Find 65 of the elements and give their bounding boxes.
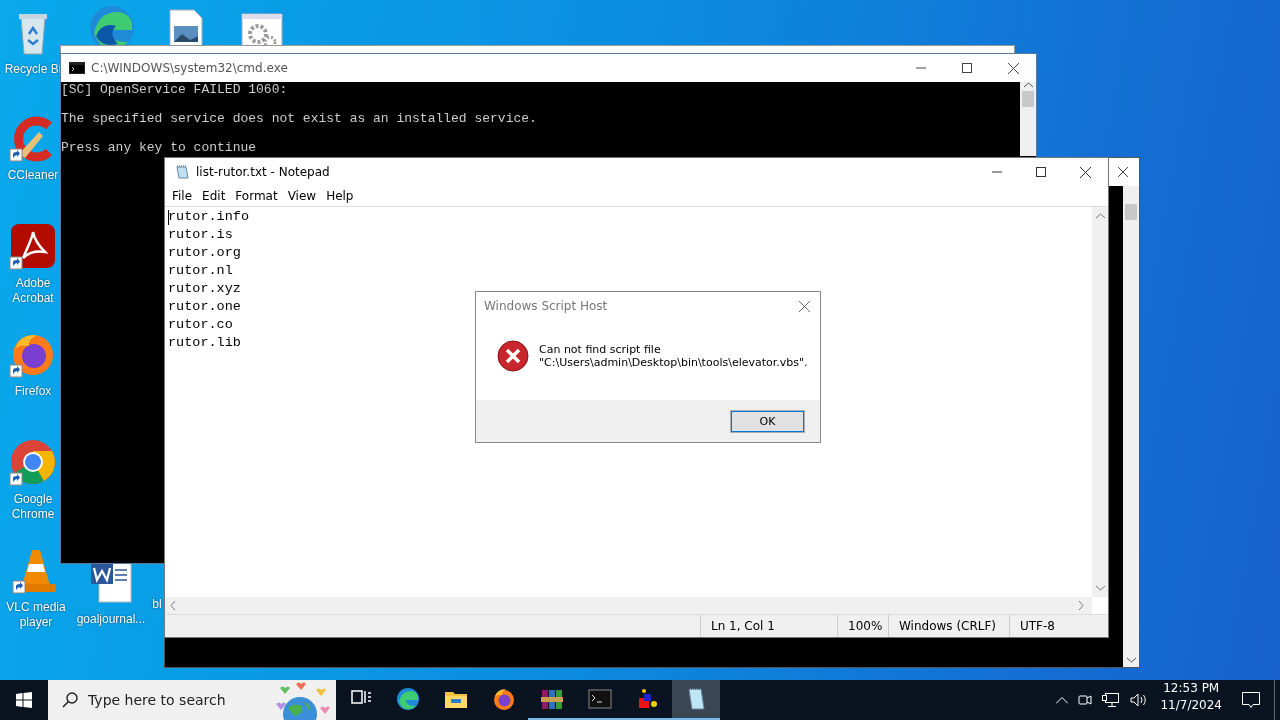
console-line: [SC] OpenService FAILED 1060: — [61, 82, 288, 97]
menu-item[interactable]: Edit — [197, 189, 231, 203]
scroll-thumb[interactable] — [1125, 204, 1137, 220]
menu-item[interactable]: Format — [230, 189, 283, 203]
message-text: "C:\Users\admin\Desktop\bin\tools\elevator.vbs". — [539, 356, 808, 369]
scroll-down-icon[interactable] — [1095, 585, 1105, 591]
status-text: UTF-8 — [1009, 615, 1108, 637]
camera-icon[interactable] — [1078, 692, 1093, 708]
notification-icon[interactable] — [1242, 691, 1260, 709]
window-title: C:\WINDOWS\system32\cmd.exe — [91, 61, 289, 75]
window-title: list-rutor.txt - Notepad — [196, 165, 331, 179]
scroll-thumb[interactable] — [1022, 91, 1034, 107]
scroll-right-icon[interactable] — [1078, 601, 1084, 610]
search-icon — [62, 692, 78, 708]
volume-icon[interactable] — [1130, 692, 1149, 708]
status-text: Ln 1, Col 1 — [700, 615, 837, 637]
taskbar-button[interactable] — [672, 680, 720, 720]
swirl-logo-icon — [396, 687, 420, 711]
fox-icon — [492, 687, 516, 711]
menu-item[interactable]: File — [167, 189, 198, 203]
scroll-up-icon[interactable] — [1023, 82, 1033, 88]
status-text: 100% — [837, 615, 888, 637]
console-line: The specified service does not exist as an installed service. — [61, 111, 537, 126]
scroll-left-icon[interactable] — [170, 601, 176, 610]
text-line: rutor.xyz — [168, 280, 241, 298]
status-text: Windows (CRLF) — [888, 615, 1009, 637]
chevron-up-icon[interactable] — [1056, 696, 1069, 704]
console-line: Press any key to continue — [61, 140, 257, 155]
maximize-icon[interactable] — [1036, 167, 1046, 177]
console-icon — [69, 62, 85, 74]
close-icon[interactable] — [799, 300, 810, 312]
clock-time: 12:53 PM — [1163, 680, 1220, 697]
close-icon[interactable] — [1008, 62, 1019, 74]
shapes-icon — [636, 687, 660, 711]
text-line: rutor.lib — [168, 334, 241, 352]
scroll-bar[interactable] — [1123, 186, 1139, 667]
text-line: rutor.one — [168, 298, 241, 316]
icon-label[interactable]: Recycle Bi — [4, 62, 62, 77]
ok-button[interactable]: OK — [730, 409, 805, 433]
network-icon[interactable] — [1102, 692, 1121, 708]
menu-item[interactable]: Help — [321, 189, 359, 203]
scroll-bar[interactable] — [165, 597, 1092, 614]
text-line: rutor.nl — [168, 262, 233, 280]
text-line: rutor.co — [168, 316, 233, 334]
console-icon — [588, 687, 612, 711]
close-icon[interactable] — [1118, 167, 1128, 177]
text-line: rutor.is — [168, 226, 233, 244]
dialog-title: Windows Script Host — [484, 299, 609, 313]
scroll-down-icon[interactable] — [1126, 657, 1136, 663]
message-text: Can not find script file — [539, 343, 662, 356]
text-line: rutor.org — [168, 244, 241, 262]
notepad-icon — [174, 164, 190, 180]
books-icon — [540, 687, 564, 711]
search-field[interactable]: Type here to search — [48, 680, 336, 720]
error-icon — [497, 340, 529, 372]
clock[interactable]: 12:53 PM 11/7/2024 — [1156, 680, 1234, 720]
menu-item[interactable]: View — [282, 189, 322, 203]
close-icon[interactable] — [1080, 166, 1091, 178]
scroll-bar[interactable] — [1020, 82, 1036, 156]
scroll-up-icon[interactable] — [1095, 213, 1105, 219]
text-line: rutor.info — [168, 208, 249, 226]
maximize-icon[interactable] — [962, 63, 972, 73]
scroll-bar[interactable] — [1092, 207, 1108, 597]
clock-date: 11/7/2024 — [1160, 697, 1222, 714]
windows-logo-icon — [16, 692, 32, 708]
